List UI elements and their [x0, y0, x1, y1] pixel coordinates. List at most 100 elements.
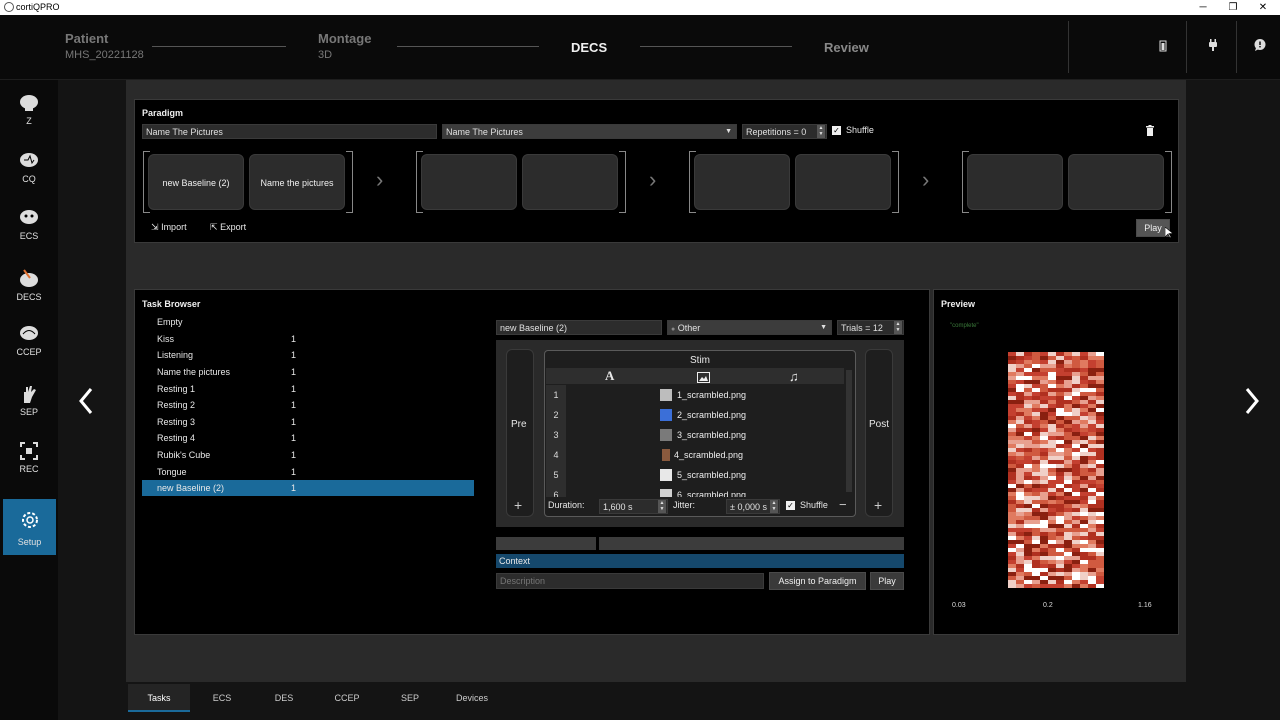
paradigm-slot[interactable]: Name the pictures — [249, 154, 345, 210]
image-thumbnail-icon — [660, 469, 672, 481]
task-row[interactable]: Kiss 1 — [142, 331, 474, 347]
task-row[interactable]: Tongue 1 — [142, 464, 474, 480]
task-row[interactable]: Empty — [142, 314, 474, 330]
assign-to-paradigm-button[interactable]: Assign to Paradigm — [769, 572, 866, 590]
step-review[interactable]: Review — [824, 40, 869, 55]
tab-devices[interactable]: Devices — [441, 684, 503, 712]
trash-icon[interactable] — [1145, 124, 1155, 136]
task-row-selected[interactable]: new Baseline (2) 1 — [142, 480, 474, 496]
spinner-arrows-icon[interactable]: ▲ ▼ — [894, 321, 902, 334]
step-montage[interactable]: Montage 3D — [318, 31, 371, 61]
task-name-input[interactable]: new Baseline (2) — [496, 320, 662, 335]
context-tab-empty[interactable] — [599, 537, 904, 550]
stim-row[interactable]: 5 5_scrambled.png — [546, 465, 844, 485]
minimize-button[interactable]: ─ — [1188, 0, 1218, 15]
chat-icon[interactable] — [1250, 37, 1270, 57]
task-category-value: Other — [677, 323, 701, 333]
export-label: Export — [220, 222, 247, 232]
paradigm-slot[interactable] — [1068, 154, 1164, 210]
sidebar-item-z[interactable]: Z — [0, 92, 58, 148]
stim-filename: 4_scrambled.png — [674, 450, 744, 460]
preview-pixel — [1040, 584, 1048, 588]
duration-spinbox[interactable]: 1,600 s ▲ ▼ — [599, 499, 668, 514]
task-row[interactable]: Resting 1 1 — [142, 381, 474, 397]
spinner-arrows-icon[interactable]: ▲ ▼ — [770, 500, 778, 513]
sidebar-item-ccep[interactable]: CCEP — [0, 323, 58, 379]
previous-arrow-icon[interactable] — [76, 386, 96, 416]
trials-spinbox[interactable]: Trials = 12 ▲ ▼ — [837, 320, 904, 335]
context-tab-empty[interactable] — [496, 537, 596, 550]
plug-icon[interactable] — [1203, 37, 1223, 57]
paradigm-slot[interactable] — [967, 154, 1063, 210]
stim-row[interactable]: 3 3_scrambled.png — [546, 425, 844, 445]
paradigm-slot[interactable] — [694, 154, 790, 210]
task-row[interactable]: Listening 1 — [142, 347, 474, 363]
tab-sep[interactable]: SEP — [379, 684, 441, 712]
spinner-arrows-icon[interactable]: ▲ ▼ — [817, 125, 825, 138]
sidebar-item-rec[interactable]: REC — [0, 440, 58, 496]
battery-icon[interactable] — [1153, 37, 1173, 57]
export-button[interactable]: ⇱ Export — [210, 222, 246, 233]
task-row[interactable]: Rubik's Cube 1 — [142, 447, 474, 463]
add-pre-icon[interactable]: + — [514, 497, 522, 513]
task-row[interactable]: Resting 3 1 — [142, 414, 474, 430]
close-button[interactable]: ✕ — [1248, 0, 1278, 15]
sidebar-item-ecs[interactable]: ECS — [0, 207, 58, 263]
task-row[interactable]: Name the pictures 1 — [142, 364, 474, 380]
paradigm-shuffle-checkbox[interactable]: ✓ — [832, 126, 841, 135]
sidebar-item-setup[interactable]: Setup — [3, 499, 56, 555]
stim-shuffle-checkbox[interactable]: ✓ — [786, 501, 795, 510]
pre-block[interactable] — [506, 349, 534, 517]
sidebar-item-label: REC — [19, 464, 39, 474]
maximize-button[interactable]: ❐ — [1218, 0, 1248, 15]
stim-scrollbar[interactable] — [846, 370, 852, 492]
step-connector — [397, 46, 539, 47]
music-column-icon[interactable]: ♫ — [789, 369, 799, 384]
brain-z-icon — [20, 95, 38, 111]
paradigm-slot[interactable]: new Baseline (2) — [148, 154, 244, 210]
sidebar-item-sep[interactable]: SEP — [0, 383, 58, 439]
stim-shuffle-label: Shuffle — [800, 500, 828, 510]
step-decs[interactable]: DECS — [571, 40, 607, 55]
sidebar: Z CQ ECS DECS CCEP SEP REC Setup — [0, 80, 58, 720]
stim-row[interactable]: 6 6_scrambled.png — [546, 485, 844, 497]
preview-pixel — [1016, 584, 1024, 588]
sidebar-item-decs[interactable]: DECS — [0, 268, 58, 324]
paradigm-slot[interactable] — [421, 154, 517, 210]
next-arrow-icon[interactable] — [1242, 386, 1262, 416]
paradigm-slot[interactable] — [795, 154, 891, 210]
import-button[interactable]: ⇲ Import — [151, 222, 187, 233]
preview-title: Preview — [941, 299, 976, 309]
tab-ccep[interactable]: CCEP — [316, 684, 378, 712]
add-post-icon[interactable]: + — [874, 497, 882, 513]
description-input[interactable] — [496, 573, 764, 589]
tab-ecs[interactable]: ECS — [191, 684, 253, 712]
spinner-arrows-icon[interactable]: ▲ ▼ — [658, 500, 666, 513]
brain-ccep-icon — [20, 326, 38, 340]
task-row[interactable]: Resting 4 1 — [142, 430, 474, 446]
task-play-button[interactable]: Play — [870, 572, 904, 590]
sidebar-item-cq[interactable]: CQ — [0, 150, 58, 206]
image-column-icon[interactable] — [697, 370, 710, 383]
remove-stim-icon[interactable]: − — [839, 497, 847, 512]
post-block[interactable] — [865, 349, 893, 517]
paradigm-slot[interactable] — [522, 154, 618, 210]
task-category-select[interactable]: ● Other ▼ — [667, 320, 832, 335]
context-bar[interactable]: Context — [496, 554, 904, 568]
stim-row[interactable]: 2 2_scrambled.png — [546, 405, 844, 425]
text-column-icon[interactable]: A — [605, 368, 614, 384]
stim-index: 3 — [546, 425, 566, 445]
task-row[interactable]: Resting 2 1 — [142, 397, 474, 413]
step-montage-sub: 3D — [318, 49, 333, 61]
tab-tasks[interactable]: Tasks — [128, 684, 190, 712]
stim-index: 5 — [546, 465, 566, 485]
tab-des[interactable]: DES — [253, 684, 315, 712]
paradigm-select[interactable]: Name The Pictures ▼ — [442, 124, 737, 139]
stim-row[interactable]: 4 4_scrambled.png — [546, 445, 844, 465]
stim-index: 6 — [546, 485, 566, 497]
step-patient[interactable]: Patient MHS_20221128 — [65, 31, 144, 61]
jitter-spinbox[interactable]: ± 0,000 s ▲ ▼ — [726, 499, 780, 514]
stim-row[interactable]: 1 1_scrambled.png — [546, 385, 844, 405]
paradigm-name-input[interactable]: Name The Pictures — [142, 124, 437, 139]
repetitions-spinbox[interactable]: Repetitions = 0 ▲ ▼ — [742, 124, 827, 139]
